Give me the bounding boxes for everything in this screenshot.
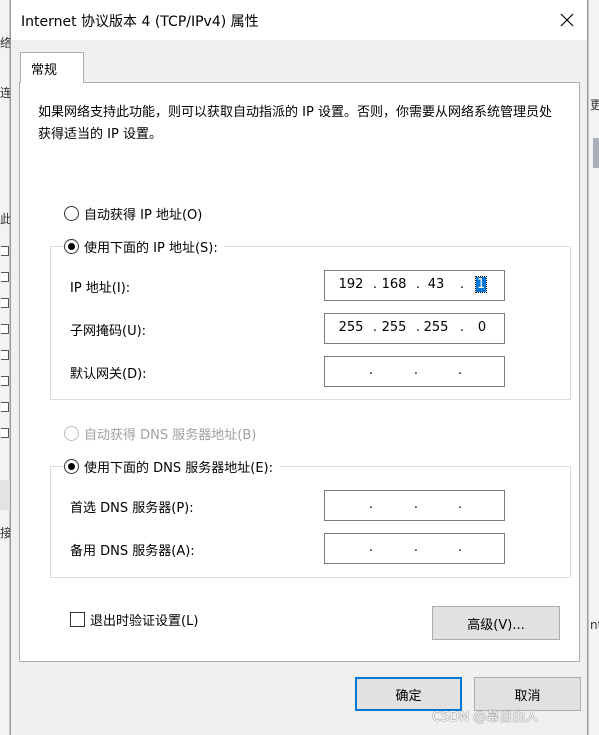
dns-server-group: 首选 DNS 服务器(P): . . . 备用 DNS 服务器(A): . . … [50, 466, 571, 578]
ip-octet-selected-wrap: 1 [461, 276, 501, 293]
validate-settings-checkbox[interactable]: 退出时验证设置(L) [70, 610, 198, 629]
background-checkbox [1, 324, 9, 334]
radio-manual-ip[interactable]: 使用下面的 IP 地址(S): [64, 237, 224, 256]
close-button[interactable] [551, 4, 583, 36]
background-checkbox [1, 272, 9, 282]
radio-indicator [64, 459, 79, 474]
description-text: 如果网络支持此功能，则可以获取自动指派的 IP 设置。否则，你需要从网络系统管理… [38, 105, 552, 142]
window-title: Internet 协议版本 4 (TCP/IPv4) 属性 [21, 14, 259, 30]
default-gateway-input[interactable]: . . . [324, 356, 505, 387]
octet-dot: . [368, 540, 374, 555]
background-checkbox [1, 402, 9, 412]
radio-manual-dns[interactable]: 使用下面的 DNS 服务器地址(E): [64, 457, 279, 476]
default-gateway-label: 默认网关(D): [70, 367, 147, 382]
general-panel: 如果网络支持此功能，则可以获取自动指派的 IP 设置。否则，你需要从网络系统管理… [19, 82, 580, 662]
tab-general[interactable]: 常规 [20, 52, 84, 83]
background-checkbox [1, 428, 9, 438]
radio-label: 自动获得 DNS 服务器地址(B) [84, 428, 257, 443]
tab-label: 常规 [31, 63, 58, 78]
octet-dot: . [413, 363, 419, 378]
preferred-dns-label: 首选 DNS 服务器(P): [70, 501, 194, 516]
watermark-text: CSDN @幕自由人 [432, 710, 539, 725]
background-checkbox [1, 246, 9, 256]
radio-auto-dns[interactable]: 自动获得 DNS 服务器地址(B) [64, 424, 256, 443]
radio-indicator [64, 239, 79, 254]
radio-label: 自动获得 IP 地址(O) [84, 208, 203, 223]
octet-dot: . [457, 497, 463, 512]
radio-indicator [64, 206, 79, 221]
background-checkbox [1, 376, 9, 386]
background-window-left: 络 连 此 接 [0, 0, 12, 735]
radio-auto-ip[interactable]: 自动获得 IP 地址(O) [64, 204, 202, 223]
subnet-octet: 255 [381, 320, 407, 335]
background-text: 更 [590, 98, 599, 112]
octet-dot: . [368, 363, 374, 378]
title-bar: Internet 协议版本 4 (TCP/IPv4) 属性 [11, 0, 587, 40]
octet-dot: . [368, 497, 374, 512]
radio-indicator [64, 426, 79, 441]
subnet-mask-label: 子网掩码(U): [70, 324, 147, 339]
background-shape [593, 138, 599, 168]
octet-dot: . [413, 497, 419, 512]
alternate-dns-input[interactable]: . . . [324, 533, 505, 564]
checkbox-label: 退出时验证设置(L) [90, 614, 199, 629]
octet-dot: . [457, 363, 463, 378]
background-checkbox [1, 298, 9, 308]
octet-dot: . [457, 540, 463, 555]
octet-dot: . [413, 540, 419, 555]
subnet-mask-input[interactable]: 255 . 255 . 255 . 0 [324, 313, 505, 344]
cancel-button-label: 取消 [514, 688, 541, 704]
subnet-octet: 0 [477, 320, 487, 335]
alternate-dns-label: 备用 DNS 服务器(A): [70, 544, 195, 559]
advanced-button[interactable]: 高级(V)... [432, 606, 560, 640]
close-icon [560, 13, 574, 27]
ip-address-group: IP 地址(I): 192 . 168 . 43 . 1 子网掩码(U): 25… [50, 246, 571, 400]
radio-label: 使用下面的 IP 地址(S): [84, 241, 218, 256]
radio-label: 使用下面的 DNS 服务器地址(E): [84, 461, 273, 476]
ip-octet: 168 [381, 277, 407, 292]
preferred-dns-input[interactable]: . . . [324, 490, 505, 521]
background-checkbox [1, 350, 9, 360]
subnet-octet: 255 [423, 320, 449, 335]
background-window-right: 更 nt [588, 0, 599, 735]
background-band [0, 480, 10, 510]
background-text: nt [590, 618, 599, 632]
ip-address-label: IP 地址(I): [70, 281, 131, 296]
ip-octet: 192 [338, 277, 364, 292]
ok-button-label: 确定 [395, 688, 422, 704]
ip-octet-selected: 1 [474, 276, 488, 293]
ip-octet: 43 [427, 277, 445, 292]
advanced-button-label: 高级(V)... [467, 617, 525, 633]
ipv4-properties-dialog: Internet 协议版本 4 (TCP/IPv4) 属性 常规 如果网络支持此… [10, 0, 588, 735]
subnet-octet: 255 [338, 320, 364, 335]
checkbox-indicator [70, 612, 85, 627]
ip-address-input[interactable]: 192 . 168 . 43 . 1 [324, 270, 505, 301]
